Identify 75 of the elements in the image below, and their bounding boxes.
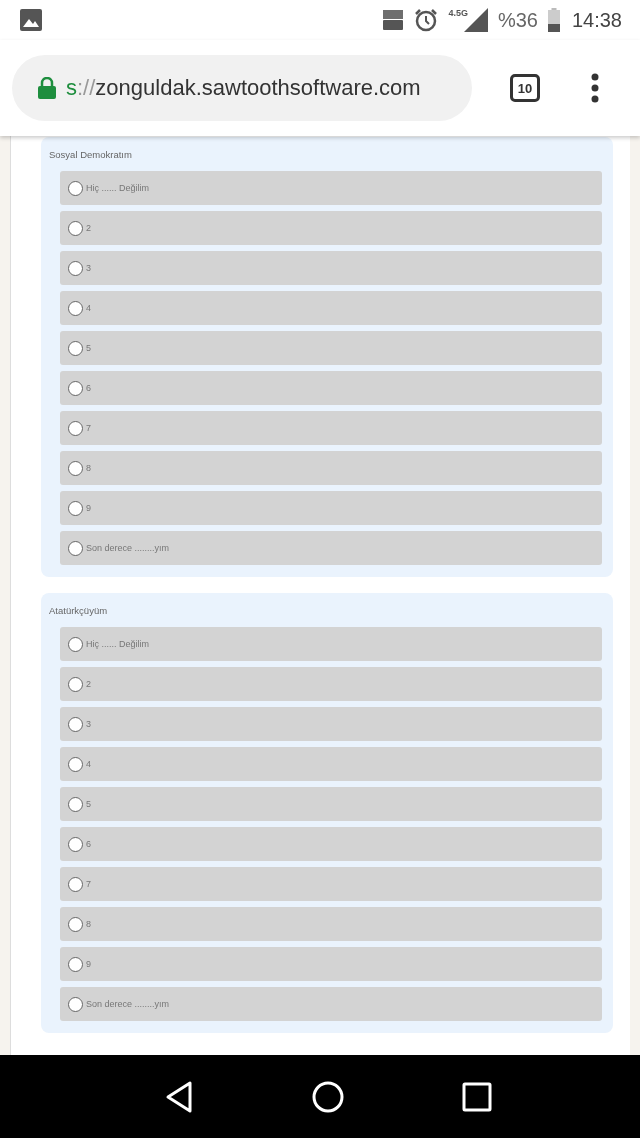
radio-button[interactable]	[68, 996, 83, 1012]
radio-button[interactable]	[68, 220, 83, 236]
radio-button[interactable]	[68, 300, 83, 316]
option-label: 8	[86, 919, 91, 929]
question-label: Atatürkçüyüm	[49, 604, 109, 618]
option-label: 3	[86, 263, 91, 273]
radio-button[interactable]	[68, 540, 83, 556]
answer-option[interactable]: 5	[60, 331, 602, 365]
home-icon[interactable]	[310, 1079, 345, 1114]
address-bar[interactable]: s://zonguldak.sawtoothsoftware.com	[12, 55, 472, 121]
option-label: 7	[86, 879, 91, 889]
radio-button[interactable]	[68, 876, 83, 892]
answer-option[interactable]: Son derece ........yım	[60, 987, 602, 1021]
answer-option[interactable]: Hiç ...... Değilim	[60, 171, 602, 205]
option-label: 5	[86, 799, 91, 809]
option-label: 6	[86, 839, 91, 849]
answer-option[interactable]: 8	[60, 451, 602, 485]
answer-option[interactable]: 8	[60, 907, 602, 941]
recents-icon[interactable]	[461, 1081, 492, 1112]
option-label: Hiç ...... Değilim	[86, 639, 149, 649]
option-label: Son derece ........yım	[86, 543, 170, 553]
answer-option[interactable]: 9	[60, 947, 602, 981]
radio-button[interactable]	[68, 460, 83, 476]
answer-option[interactable]: 6	[60, 371, 602, 405]
option-label: 6	[86, 383, 91, 393]
lock-icon	[38, 77, 56, 99]
clock-time: 14:38	[571, 8, 622, 32]
answer-option[interactable]: 4	[60, 291, 602, 325]
option-label: Hiç ...... Değilim	[86, 183, 149, 193]
answer-option[interactable]: 3	[60, 251, 602, 285]
radio-button[interactable]	[68, 956, 83, 972]
option-label: 2	[86, 223, 91, 233]
answer-option[interactable]: 5	[60, 787, 602, 821]
tab-count-button[interactable]: 10	[510, 74, 540, 102]
answer-option[interactable]: 2	[60, 211, 602, 245]
network-type: 4.5G	[448, 8, 468, 18]
battery-percent: %36	[497, 8, 538, 32]
radio-button[interactable]	[68, 716, 83, 732]
radio-button[interactable]	[68, 260, 83, 276]
answer-option[interactable]: 3	[60, 707, 602, 741]
radio-button[interactable]	[68, 756, 83, 772]
radio-button[interactable]	[68, 340, 83, 356]
image-icon	[20, 9, 42, 31]
radio-button[interactable]	[68, 836, 83, 852]
option-label: 9	[86, 959, 91, 969]
option-label: Son derece ........yım	[86, 999, 170, 1009]
option-label: 5	[86, 343, 91, 353]
menu-icon[interactable]	[591, 73, 599, 103]
radio-button[interactable]	[68, 676, 83, 692]
question-label: Sosyal Demokratım	[49, 148, 133, 162]
radio-button[interactable]	[68, 180, 83, 196]
answer-option[interactable]: Hiç ...... Değilim	[60, 627, 602, 661]
answer-option[interactable]: 4	[60, 747, 602, 781]
option-label: 2	[86, 679, 91, 689]
url-text: s://zonguldak.sawtoothsoftware.com	[66, 75, 421, 101]
answer-option[interactable]: Son derece ........yım	[60, 531, 602, 565]
option-label: 8	[86, 463, 91, 473]
radio-button[interactable]	[68, 380, 83, 396]
radio-button[interactable]	[68, 636, 83, 652]
option-label: 4	[86, 759, 91, 769]
answer-option[interactable]: 6	[60, 827, 602, 861]
radio-button[interactable]	[68, 796, 83, 812]
alarm-clock-icon	[414, 8, 439, 32]
answer-option[interactable]: 7	[60, 867, 602, 901]
answer-option[interactable]: 2	[60, 667, 602, 701]
option-label: 4	[86, 303, 91, 313]
radio-button[interactable]	[68, 500, 83, 516]
radio-button[interactable]	[68, 420, 83, 436]
answer-option[interactable]: 9	[60, 491, 602, 525]
answer-option[interactable]: 7	[60, 411, 602, 445]
option-label: 9	[86, 503, 91, 513]
battery-icon	[547, 8, 560, 32]
option-label: 7	[86, 423, 91, 433]
radio-button[interactable]	[68, 916, 83, 932]
option-label: 3	[86, 719, 91, 729]
